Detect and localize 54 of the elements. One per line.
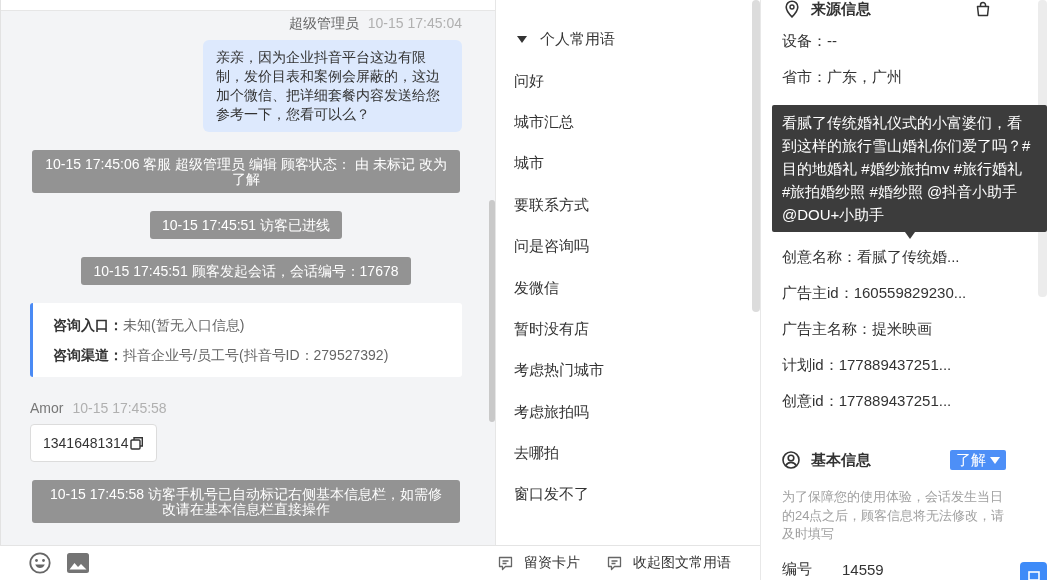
entry-value: 抖音企业号/员工号(抖音号ID：279527392) (123, 346, 389, 365)
info-row-text: 广告主id：160559829230... (782, 283, 968, 303)
info-row-text: 创意名称：看腻了传统婚... (782, 247, 961, 267)
message-icon (607, 555, 622, 571)
info-row-text: 设备：-- (782, 31, 838, 51)
phrase-item[interactable]: 暂时没有店 (514, 308, 589, 351)
info-row-text: 广告主名称：提米映画 (782, 319, 933, 339)
image-icon[interactable] (67, 553, 89, 573)
entry-label: 咨询入口： (53, 316, 123, 335)
phone-number-text: 13416481314 (43, 435, 129, 451)
phrase-group-header[interactable]: 个人常用语 (514, 19, 615, 61)
system-notice: 10-15 17:45:06 客服 超级管理员 编辑 顾客状态： 由 未标记 改为了解 (32, 150, 460, 193)
section-title: 基本信息 (811, 450, 871, 470)
system-notice: 10-15 17:45:51 访客已进线 (149, 211, 343, 239)
entry-value: 未知(暂无入口信息) (123, 316, 245, 335)
message-time: 10-15 17:45:04 (367, 15, 462, 31)
field-value: 14559 (842, 561, 884, 578)
system-notice: 10-15 17:45:51 顾客发起会话，会话编号：17678 (81, 257, 411, 285)
scrollbar-thumb[interactable] (489, 200, 495, 422)
caret-icon (990, 456, 1000, 464)
phrase-item[interactable]: 问是咨询吗 (514, 225, 589, 268)
sender-name: 超级管理员 (288, 15, 359, 31)
info-note: 为了保障您的使用体验，会话发生当日的24点之后，顾客信息将无法修改，请及时填写 (782, 488, 1006, 543)
phrase-item[interactable]: 考虑热门城市 (514, 350, 604, 392)
toolbar-button[interactable]: 收起图文常用语 (607, 554, 731, 572)
entry-label: 咨询渠道： (53, 346, 123, 365)
section-title: 来源信息 (811, 0, 871, 19)
window-icon (1027, 571, 1040, 580)
message-time: 10-15 17:45:58 (72, 400, 167, 416)
phrase-item[interactable]: 发微信 (514, 267, 559, 309)
message-icon (498, 555, 513, 571)
info-row-text: 计划id：177889437251... (782, 355, 953, 375)
phrase-item[interactable]: 窗口发不了 (514, 474, 589, 516)
phrase-item[interactable]: 问好 (514, 60, 544, 102)
scrollbar-thumb[interactable] (752, 0, 760, 312)
toolbar-button[interactable]: 留资卡片 (498, 554, 580, 572)
sender-name: Amor (30, 400, 64, 416)
tooltip: 看腻了传统婚礼仪式的小富婆们，看到这样的旅行雪山婚礼你们爱了吗？#目的地婚礼 #婚纱旅拍mv #旅行婚礼 #旅拍婚纱照 #婚纱照 @抖音小助手 @DOU+小助手 (772, 105, 1047, 232)
location-pin-icon (784, 0, 800, 18)
phrase-item[interactable]: 城市汇总 (514, 101, 574, 144)
copy-icon[interactable] (129, 436, 144, 450)
person-circle-icon (782, 451, 800, 469)
field-label: 编号 (782, 560, 813, 579)
info-row-text: 创意id：177889437251... (782, 391, 953, 411)
phrase-item[interactable]: 考虑旅拍吗 (514, 391, 589, 433)
phrase-item[interactable]: 去哪拍 (514, 432, 559, 475)
bag-icon[interactable] (975, 1, 991, 17)
emoji-icon[interactable] (29, 552, 51, 574)
system-notice: 10-15 17:45:58 访客手机号已自动标记右侧基本信息栏，如需修改请在基本信息栏直接操作 (32, 480, 460, 523)
phrase-item[interactable]: 城市 (514, 143, 544, 185)
info-row-text: 省市：广东，广州 (782, 67, 903, 87)
message-bubble: 亲亲，因为企业抖音平台这边有限制，发价目表和案例会屏蔽的，这边加个微信、把详细套餐内容发送给您参考一下，您看可以么？ (203, 40, 462, 132)
tooltip-arrow-icon (905, 232, 915, 239)
phrase-item[interactable]: 要联系方式 (514, 184, 589, 226)
